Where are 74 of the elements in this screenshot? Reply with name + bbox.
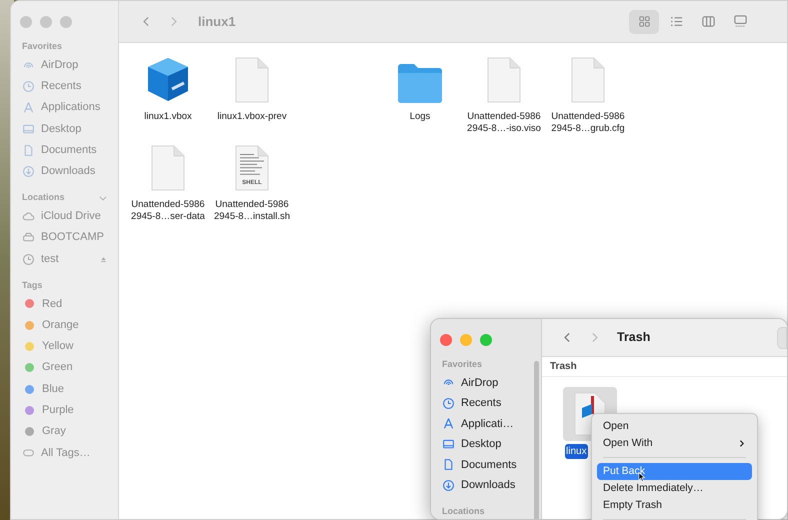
file-name: Logs (410, 111, 430, 123)
sidebar-item[interactable]: All Tags… (11, 442, 118, 464)
menu-item[interactable]: Delete Immediately… (597, 480, 752, 497)
gallery-view-icon (732, 14, 748, 29)
menu-item[interactable]: Open (597, 418, 752, 435)
file-name: Unattended-5986 2945-8…-iso.viso (467, 111, 541, 135)
minimize-button[interactable] (460, 334, 472, 346)
file-name: Unattended-5986 2945-8…install.sh (214, 199, 290, 223)
sidebar-item[interactable]: Applicati… (431, 414, 541, 434)
sidebar-item[interactable]: Downloads (11, 160, 118, 182)
section-header: Favorites (442, 358, 482, 371)
sidebar-item[interactable]: Green (11, 357, 118, 378)
download-icon (442, 478, 455, 492)
document-icon (570, 57, 606, 103)
drive-icon (22, 231, 35, 244)
section-header: Tags (22, 278, 42, 292)
sidebar-item[interactable]: Desktop (431, 434, 541, 454)
sidebar-item[interactable]: Documents (11, 140, 118, 161)
file-name: Unattended-5986 2945-8…grub.cfg (551, 111, 625, 135)
section-header: Locations (442, 504, 485, 518)
column-view-icon (700, 14, 716, 29)
sidebar-item[interactable]: Documents (431, 454, 541, 475)
section-header: Locations (22, 191, 65, 204)
sidebar-item[interactable]: Yellow (11, 336, 118, 358)
sidebar-item[interactable]: Blue (11, 378, 118, 400)
zoom-button[interactable] (480, 334, 492, 346)
menu-item[interactable]: Open With (597, 435, 752, 452)
sidebar-item[interactable]: Recents (11, 76, 118, 98)
toolbar-button[interactable] (777, 326, 787, 348)
sidebar-item[interactable]: AirDrop (431, 372, 541, 393)
clock-icon (22, 80, 35, 93)
clock-icon (442, 396, 455, 410)
sidebar-item[interactable]: Orange (11, 314, 118, 336)
sidebar-item[interactable]: Applications (11, 97, 118, 118)
sidebar-item[interactable]: Red (11, 293, 118, 314)
zoom-button[interactable] (60, 16, 72, 28)
menu-item[interactable]: Empty Trash (597, 497, 752, 514)
sidebar-item[interactable]: Recents (431, 393, 541, 414)
applications-icon (442, 417, 455, 430)
document-icon (442, 458, 455, 472)
file-name: Unattended-5986 2945-8…ser-data (131, 199, 205, 223)
document-icon (150, 145, 186, 191)
folder-icon (397, 63, 443, 103)
desktop-icon (442, 438, 455, 451)
sidebar-item[interactable]: AirDrop (11, 54, 118, 76)
file-name: linux1.vbox-prev (217, 111, 287, 123)
sidebar-item[interactable]: Desktop (11, 118, 118, 140)
download-icon (22, 165, 35, 178)
sidebar-item[interactable]: Downloads (431, 475, 541, 496)
document-icon (22, 144, 35, 157)
window-title: Trash (617, 329, 650, 346)
file-name: linux (565, 444, 588, 459)
cloud-icon (22, 210, 35, 223)
file-name: linux1.vbox (144, 111, 192, 123)
desktop-icon (22, 122, 35, 136)
sidebar-item[interactable]: iCloud Drive (11, 206, 118, 228)
section-header: Favorites (22, 40, 62, 53)
sidebar-item[interactable]: Purple (11, 400, 118, 421)
sidebar-item[interactable]: Gray (11, 420, 118, 442)
sidebar-item[interactable]: test (11, 248, 118, 270)
minimize-button[interactable] (40, 16, 52, 28)
menu-item[interactable]: Put Back (597, 463, 752, 480)
document-icon (234, 57, 270, 103)
path-label: Trash (542, 357, 787, 377)
document-icon (486, 57, 522, 103)
list-view-icon (668, 14, 684, 29)
grid-view-icon (636, 14, 652, 29)
view-mode-button[interactable] (629, 10, 659, 34)
clock-icon (22, 252, 35, 266)
sidebar-item[interactable]: BOOTCAMP (11, 227, 118, 248)
close-button[interactable] (20, 16, 32, 28)
window-title: linux1 (198, 12, 236, 31)
close-button[interactable] (440, 334, 452, 346)
applications-icon (22, 101, 35, 114)
